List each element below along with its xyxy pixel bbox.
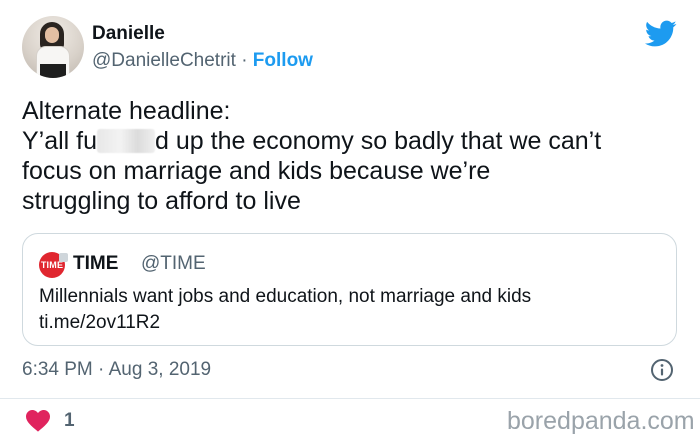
twitter-bird-icon[interactable] bbox=[645, 20, 677, 48]
avatar-face bbox=[45, 27, 59, 43]
author-handle[interactable]: @DanielleChetrit bbox=[92, 50, 236, 71]
quoted-author-handle: @TIME bbox=[141, 253, 206, 274]
tweet-text: Alternate headline: Y’all fu d up the eco… bbox=[22, 96, 682, 216]
heart-icon[interactable] bbox=[26, 410, 50, 432]
tweet-card: Danielle @DanielleChetrit · Follow Alter… bbox=[0, 0, 700, 448]
like-count: 1 bbox=[64, 410, 75, 431]
tweet-line: struggling to afford to live bbox=[22, 187, 301, 215]
time-logo: TIME bbox=[39, 252, 68, 278]
redaction-blur bbox=[97, 129, 156, 153]
avatar-skirt bbox=[40, 64, 66, 78]
author-name[interactable]: Danielle bbox=[92, 22, 165, 46]
tweet-line-end: d up the economy so badly that we can’t bbox=[155, 127, 602, 155]
quoted-author-name: TIME bbox=[73, 253, 119, 274]
tweet-line: Alternate headline: bbox=[22, 97, 231, 125]
info-icon[interactable] bbox=[650, 358, 674, 382]
tweet-time: 6:34 PM bbox=[22, 359, 93, 380]
handle-separator: · bbox=[241, 50, 248, 71]
logo-badge bbox=[59, 253, 68, 262]
quoted-tweet[interactable]: TIME TIME @TIME Millennials want jobs an… bbox=[22, 233, 677, 346]
timestamp[interactable]: 6:34 PM · Aug 3, 2019 bbox=[22, 358, 211, 382]
tweet-line: Y’all fu d up the economy so badly that w… bbox=[22, 126, 682, 156]
tweet-line-start: Y’all fu bbox=[22, 127, 98, 155]
watermark: boredpanda.com bbox=[507, 407, 695, 435]
avatar[interactable] bbox=[22, 16, 84, 78]
quoted-text: Millennials want jobs and education, not… bbox=[39, 286, 532, 307]
tweet-line: focus on marriage and kids because we’re bbox=[22, 157, 491, 185]
divider bbox=[0, 398, 700, 399]
follow-button[interactable]: Follow bbox=[253, 50, 313, 71]
author-handle-row: @DanielleChetrit · Follow bbox=[92, 49, 313, 73]
tweet-date: Aug 3, 2019 bbox=[108, 359, 212, 380]
quoted-link[interactable]: ti.me/2ov11R2 bbox=[39, 310, 160, 336]
time-separator: · bbox=[98, 359, 105, 380]
